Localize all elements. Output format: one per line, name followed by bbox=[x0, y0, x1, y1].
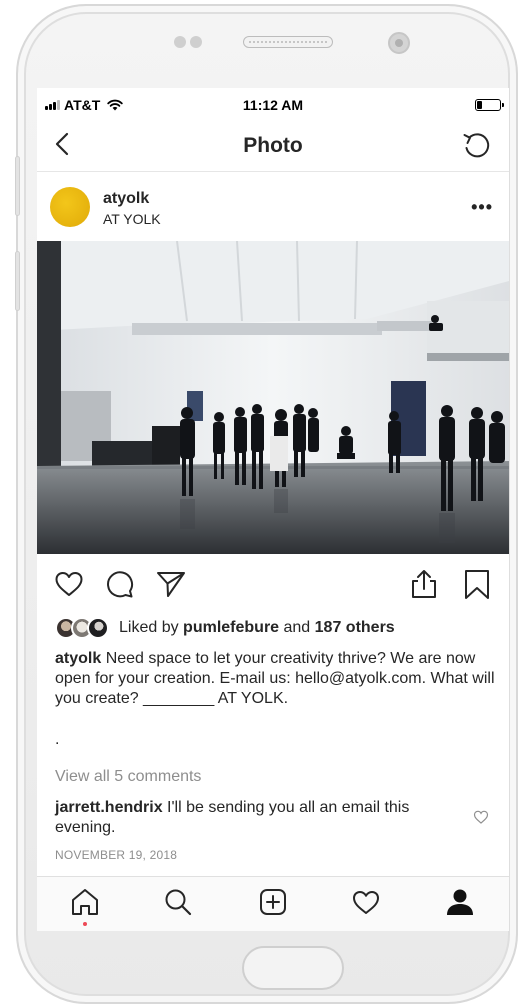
refresh-icon[interactable] bbox=[461, 130, 491, 160]
likes-count[interactable]: 187 others bbox=[315, 619, 395, 637]
post-photo[interactable] bbox=[37, 241, 509, 554]
avatar[interactable] bbox=[50, 187, 90, 227]
status-bar: AT&T 11:12 AM bbox=[37, 94, 509, 116]
caption-username[interactable]: atyolk bbox=[55, 650, 101, 667]
liker-avatars bbox=[55, 617, 113, 639]
post-actions bbox=[37, 554, 509, 614]
tab-bar bbox=[37, 876, 509, 931]
post-location[interactable]: AT YOLK bbox=[103, 211, 161, 227]
avatar bbox=[87, 617, 109, 639]
share-icon[interactable] bbox=[408, 568, 440, 600]
send-icon[interactable] bbox=[155, 568, 187, 600]
search-icon[interactable] bbox=[163, 887, 193, 917]
home-icon[interactable] bbox=[70, 887, 100, 917]
status-time: 11:12 AM bbox=[242, 97, 304, 113]
post-caption: atyolk Need space to let your creativity… bbox=[55, 649, 495, 709]
sensor-dot bbox=[190, 36, 202, 48]
studio-photo bbox=[37, 241, 509, 554]
heart-icon[interactable] bbox=[53, 568, 85, 600]
caption-text: Need space to let your creativity thrive… bbox=[55, 650, 495, 707]
bookmark-icon[interactable] bbox=[461, 568, 493, 600]
likes-line[interactable]: Liked by pumlefebure and 187 others bbox=[55, 616, 395, 640]
nav-bar: Photo bbox=[37, 118, 509, 172]
likes-prefix: Liked by bbox=[119, 619, 184, 636]
caption-trailing: . bbox=[55, 731, 60, 748]
page-title: Photo bbox=[243, 134, 303, 157]
more-options-icon[interactable]: ••• bbox=[471, 197, 493, 218]
speaker-grille bbox=[243, 36, 333, 48]
post-date: NOVEMBER 19, 2018 bbox=[55, 848, 178, 862]
battery-icon bbox=[475, 99, 504, 111]
comment: jarrett.hendrix I'll be sending you all … bbox=[55, 798, 470, 838]
likes-middle: and bbox=[279, 619, 315, 636]
add-icon[interactable] bbox=[258, 887, 288, 917]
notification-dot bbox=[83, 922, 87, 926]
app-screen: AT&T 11:12 AM Photo atyolk AT YOLK ••• L… bbox=[37, 88, 509, 931]
side-button bbox=[15, 156, 20, 216]
comment-like-icon[interactable] bbox=[473, 809, 489, 825]
liker-username[interactable]: pumlefebure bbox=[183, 619, 279, 637]
comment-username[interactable]: jarrett.hendrix bbox=[55, 799, 163, 816]
activity-heart-icon[interactable] bbox=[351, 887, 381, 917]
home-button[interactable] bbox=[242, 946, 344, 990]
profile-icon[interactable] bbox=[445, 887, 475, 917]
side-button bbox=[15, 251, 20, 311]
post-username[interactable]: atyolk bbox=[103, 190, 149, 208]
front-camera bbox=[388, 32, 410, 54]
post-header: atyolk AT YOLK ••• bbox=[37, 173, 509, 241]
comment-icon[interactable] bbox=[103, 568, 135, 600]
view-all-comments-link[interactable]: View all 5 comments bbox=[55, 768, 201, 786]
sensor-dot bbox=[174, 36, 186, 48]
